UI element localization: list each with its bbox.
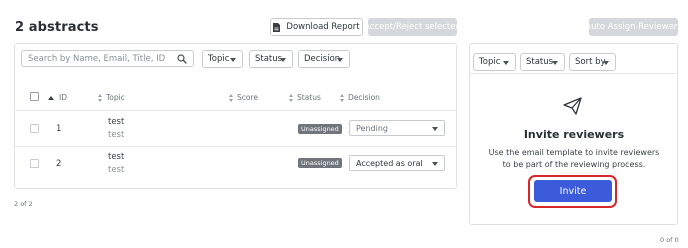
column-header-id[interactable]: ID [48,93,67,102]
reviewer-sort-dropdown[interactable]: Sort by [569,53,616,71]
search-icon[interactable] [177,54,187,67]
reviewer-topic-label: Topic [479,57,501,67]
reviewers-filter-divider [470,73,677,74]
invite-button[interactable]: Invite [534,180,612,202]
chevron-down-icon [552,61,558,65]
reviewer-sort-label: Sort by [575,57,606,67]
status-filter-dropdown[interactable]: Status [249,50,293,68]
decision-select[interactable]: Pending [349,120,445,136]
sort-icon [229,93,234,102]
invite-description-line1: Use the email template to invite reviewe… [488,148,660,157]
topic-filter-dropdown[interactable]: Topic [202,50,243,68]
paper-plane-icon [563,97,583,118]
topic-filter-label: Topic [208,54,230,64]
document-icon [273,22,281,32]
reviewers-count: 0 of 0 [660,236,679,244]
invite-reviewers-title: Invite reviewers [523,128,625,141]
status-badge: Unassigned [298,158,342,168]
row-topic-sub: test [108,130,125,140]
reviewer-status-dropdown[interactable]: Status [520,53,565,71]
page-title: 2 abstracts [15,20,99,35]
invite-description-line2: to be part of the reviewing process. [502,160,646,169]
decision-filter-label: Decision [304,54,341,64]
decision-filter-dropdown[interactable]: Decision [298,50,350,68]
column-header-decision[interactable]: Decision [340,93,380,102]
table-divider [15,110,456,111]
decision-select-value: Pending [356,123,388,133]
chevron-down-icon [432,162,438,166]
chevron-down-icon [337,58,343,62]
table-divider [15,146,456,147]
sort-ascending-icon [48,95,54,100]
auto-assign-label: Auto Assign Reviewers [585,22,682,32]
accept-reject-label: Accept/Reject selected [364,22,461,32]
row-id: 1 [56,124,62,134]
reviewer-topic-dropdown[interactable]: Topic [473,53,516,71]
row-topic: test [108,152,125,162]
chevron-down-icon [230,58,236,62]
decision-select[interactable]: Accepted as oral [349,155,445,171]
reviewer-status-label: Status [526,57,554,67]
chevron-down-icon [280,58,286,62]
column-header-score[interactable]: Score [229,93,258,102]
status-badge: Unassigned [298,124,342,134]
abstracts-count: 2 of 2 [14,200,33,208]
select-all-checkbox[interactable] [30,92,39,101]
search-input[interactable] [28,53,173,64]
status-filter-label: Status [255,54,283,64]
row-id: 2 [56,159,62,169]
search-field[interactable] [21,50,194,67]
row-checkbox[interactable] [30,124,39,133]
decision-select-value: Accepted as oral [356,158,423,168]
row-checkbox[interactable] [30,159,39,168]
download-report-label: Download Report [286,22,360,32]
row-topic: test [108,117,125,127]
chevron-down-icon [432,127,438,131]
column-header-topic[interactable]: Topic [98,93,125,102]
download-report-button[interactable]: Download Report [270,18,363,36]
row-topic-sub: test [108,165,125,175]
auto-assign-reviewers-button[interactable]: Auto Assign Reviewers [585,18,682,36]
sort-icon [98,93,103,102]
column-header-status[interactable]: Status [289,93,321,102]
sort-icon [340,93,345,102]
chevron-down-icon [503,61,509,65]
accept-reject-selected-button[interactable]: Accept/Reject selected [364,18,461,36]
chevron-down-icon [603,61,609,65]
sort-icon [289,93,294,102]
